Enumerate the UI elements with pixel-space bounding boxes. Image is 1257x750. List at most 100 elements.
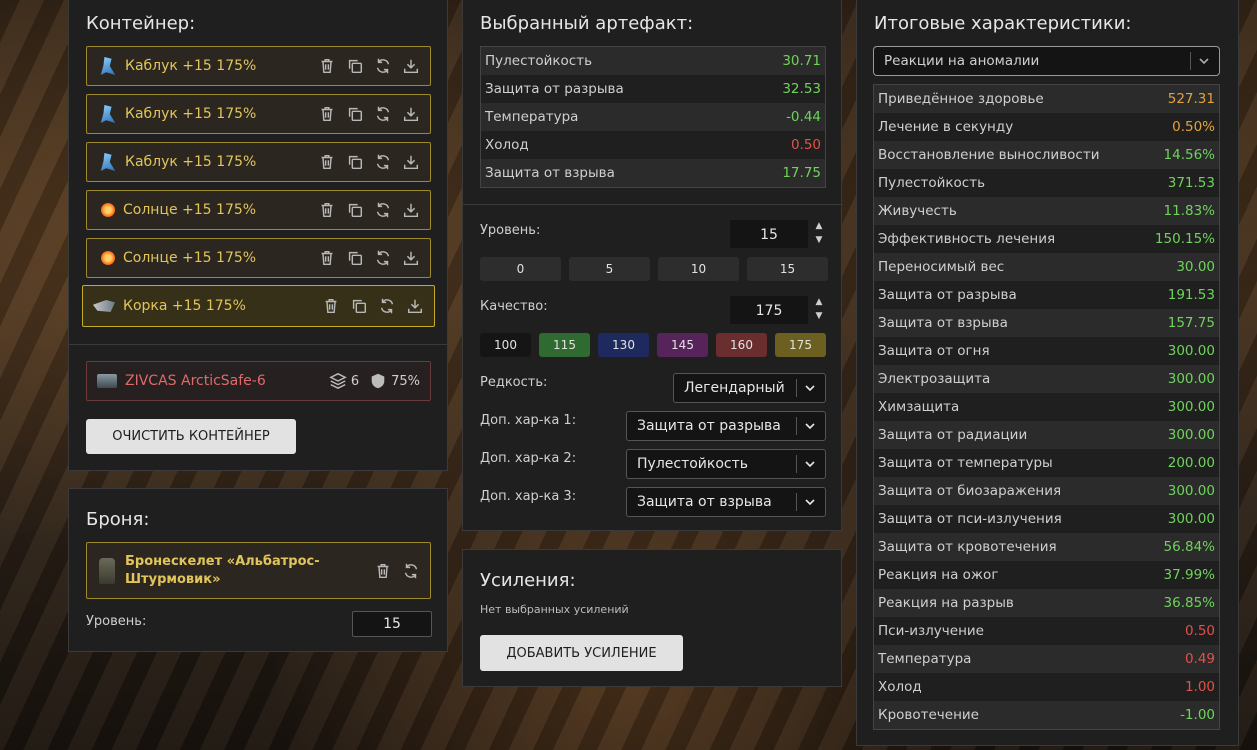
- stat-row: Защита от радиации 300.00: [874, 421, 1219, 449]
- stat-row: Холод 1.00: [874, 673, 1219, 701]
- stat-label: Защита от разрыва: [878, 287, 1017, 303]
- trash-icon[interactable]: [322, 297, 340, 315]
- sun-icon: [101, 251, 115, 265]
- chevron-down-icon: [805, 385, 815, 392]
- boosts-panel: Усиления: Нет выбранных усилений ДОБАВИТ…: [462, 549, 842, 687]
- container-title: Контейнер:: [86, 13, 196, 34]
- divider: [463, 204, 843, 205]
- artifact-item[interactable]: Солнце +15 175%: [86, 190, 431, 230]
- up-arrow-icon[interactable]: ▲: [816, 221, 823, 231]
- quality-preset-button[interactable]: 100: [480, 333, 531, 357]
- rarity-select[interactable]: Легендарный: [673, 373, 826, 403]
- artifact-item[interactable]: Каблук +15 175%: [86, 142, 431, 182]
- totals-filter-select[interactable]: Реакции на аномалии: [873, 46, 1220, 76]
- download-icon[interactable]: [406, 297, 424, 315]
- container-case-item[interactable]: ZIVCAS ArcticSafe-6 6 75%: [86, 361, 431, 401]
- extra2-select[interactable]: Пулестойкость: [626, 449, 826, 479]
- trash-icon[interactable]: [318, 249, 336, 267]
- armor-item[interactable]: Бронескелет «Альбатрос-Штурмовик»: [86, 542, 431, 599]
- up-arrow-icon[interactable]: ▲: [816, 297, 823, 307]
- quality-spinner[interactable]: ▲ ▼: [814, 297, 824, 321]
- download-icon[interactable]: [402, 249, 420, 267]
- stat-row: Температура 0.49: [874, 645, 1219, 673]
- trash-icon[interactable]: [318, 105, 336, 123]
- extra1-label: Доп. хар-ка 1:: [480, 413, 577, 428]
- stat-row: Холод 0.50: [481, 131, 825, 159]
- artifact-item[interactable]: Корка +15 175%: [82, 285, 435, 327]
- stat-row: Защита от пси-излучения 300.00: [874, 505, 1219, 533]
- level-input[interactable]: 15: [730, 220, 808, 248]
- add-boost-button[interactable]: ДОБАВИТЬ УСИЛЕНИЕ: [480, 635, 683, 671]
- armor-name: Бронескелет «Альбатрос-Штурмовик»: [125, 553, 320, 587]
- artifact-name: Каблук +15 175%: [125, 154, 257, 170]
- kabluk-icon: [100, 153, 116, 171]
- quality-preset-button[interactable]: 130: [598, 333, 649, 357]
- down-arrow-icon[interactable]: ▼: [816, 235, 823, 245]
- copy-icon[interactable]: [346, 153, 364, 171]
- replace-icon[interactable]: [374, 153, 392, 171]
- quality-input[interactable]: 175: [730, 296, 808, 324]
- download-icon[interactable]: [402, 153, 420, 171]
- artifact-item[interactable]: Каблук +15 175%: [86, 46, 431, 86]
- copy-icon[interactable]: [346, 57, 364, 75]
- artifact-panel: Выбранный артефакт: Пулестойкость 30.71 За…: [462, 0, 843, 531]
- armor-level-input[interactable]: 15: [352, 611, 432, 637]
- stat-label: Электрозащита: [878, 371, 991, 387]
- stat-label: Защита от взрыва: [485, 165, 615, 181]
- quality-preset-button[interactable]: 175: [775, 333, 826, 357]
- trash-icon[interactable]: [374, 562, 392, 580]
- stat-label: Защита от огня: [878, 343, 990, 359]
- level-spinner[interactable]: ▲ ▼: [814, 221, 824, 245]
- clear-container-button[interactable]: ОЧИСТИТЬ КОНТЕЙНЕР: [86, 419, 296, 454]
- stat-label: Эффективность лечения: [878, 231, 1056, 247]
- boosts-title: Усиления:: [480, 570, 576, 591]
- stat-label: Холод: [485, 137, 529, 153]
- replace-icon[interactable]: [378, 297, 396, 315]
- replace-icon[interactable]: [402, 562, 420, 580]
- extra1-value: Защита от разрыва: [637, 418, 781, 434]
- stat-value: 37.99%: [1163, 567, 1215, 583]
- totals-stats-table: Приведённое здоровье 527.31 Лечение в секу…: [873, 84, 1220, 730]
- trash-icon[interactable]: [318, 201, 336, 219]
- case-slots-value: 6: [350, 373, 360, 389]
- quality-presets: 100 115 130 145 160 175: [480, 333, 826, 357]
- level-preset-button[interactable]: 10: [658, 257, 739, 281]
- download-icon[interactable]: [402, 201, 420, 219]
- level-preset-button[interactable]: 5: [569, 257, 650, 281]
- copy-icon[interactable]: [346, 201, 364, 219]
- copy-icon[interactable]: [350, 297, 368, 315]
- replace-icon[interactable]: [374, 249, 392, 267]
- level-preset-button[interactable]: 15: [747, 257, 828, 281]
- quality-preset-button[interactable]: 160: [716, 333, 767, 357]
- replace-icon[interactable]: [374, 201, 392, 219]
- stat-value: 527.31: [1167, 91, 1215, 107]
- trash-icon[interactable]: [318, 153, 336, 171]
- replace-icon[interactable]: [374, 57, 392, 75]
- case-icon: [97, 374, 117, 388]
- download-icon[interactable]: [402, 57, 420, 75]
- stat-value: 0.50: [790, 137, 821, 153]
- copy-icon[interactable]: [346, 105, 364, 123]
- layers-icon: [329, 372, 347, 390]
- artifact-item[interactable]: Солнце +15 175%: [86, 238, 431, 278]
- stat-label: Реакция на ожог: [878, 567, 999, 583]
- quality-preset-button[interactable]: 115: [539, 333, 590, 357]
- extra3-select[interactable]: Защита от взрыва: [626, 487, 826, 517]
- stat-label: Защита от кровотечения: [878, 539, 1057, 555]
- trash-icon[interactable]: [318, 57, 336, 75]
- quality-preset-button[interactable]: 145: [657, 333, 708, 357]
- download-icon[interactable]: [402, 105, 420, 123]
- stat-label: Реакция на разрыв: [878, 595, 1014, 611]
- stat-value: -1.00: [1180, 707, 1215, 723]
- stat-value: 200.00: [1167, 455, 1215, 471]
- stat-value: 1.00: [1184, 679, 1215, 695]
- down-arrow-icon[interactable]: ▼: [816, 311, 823, 321]
- replace-icon[interactable]: [374, 105, 392, 123]
- extra1-select[interactable]: Защита от разрыва: [626, 411, 826, 441]
- level-preset-button[interactable]: 0: [480, 257, 561, 281]
- stat-row: Эффективность лечения 150.15%: [874, 225, 1219, 253]
- stat-value: 36.85%: [1163, 595, 1215, 611]
- copy-icon[interactable]: [346, 249, 364, 267]
- armor-level-label: Уровень:: [86, 614, 147, 629]
- artifact-item[interactable]: Каблук +15 175%: [86, 94, 431, 134]
